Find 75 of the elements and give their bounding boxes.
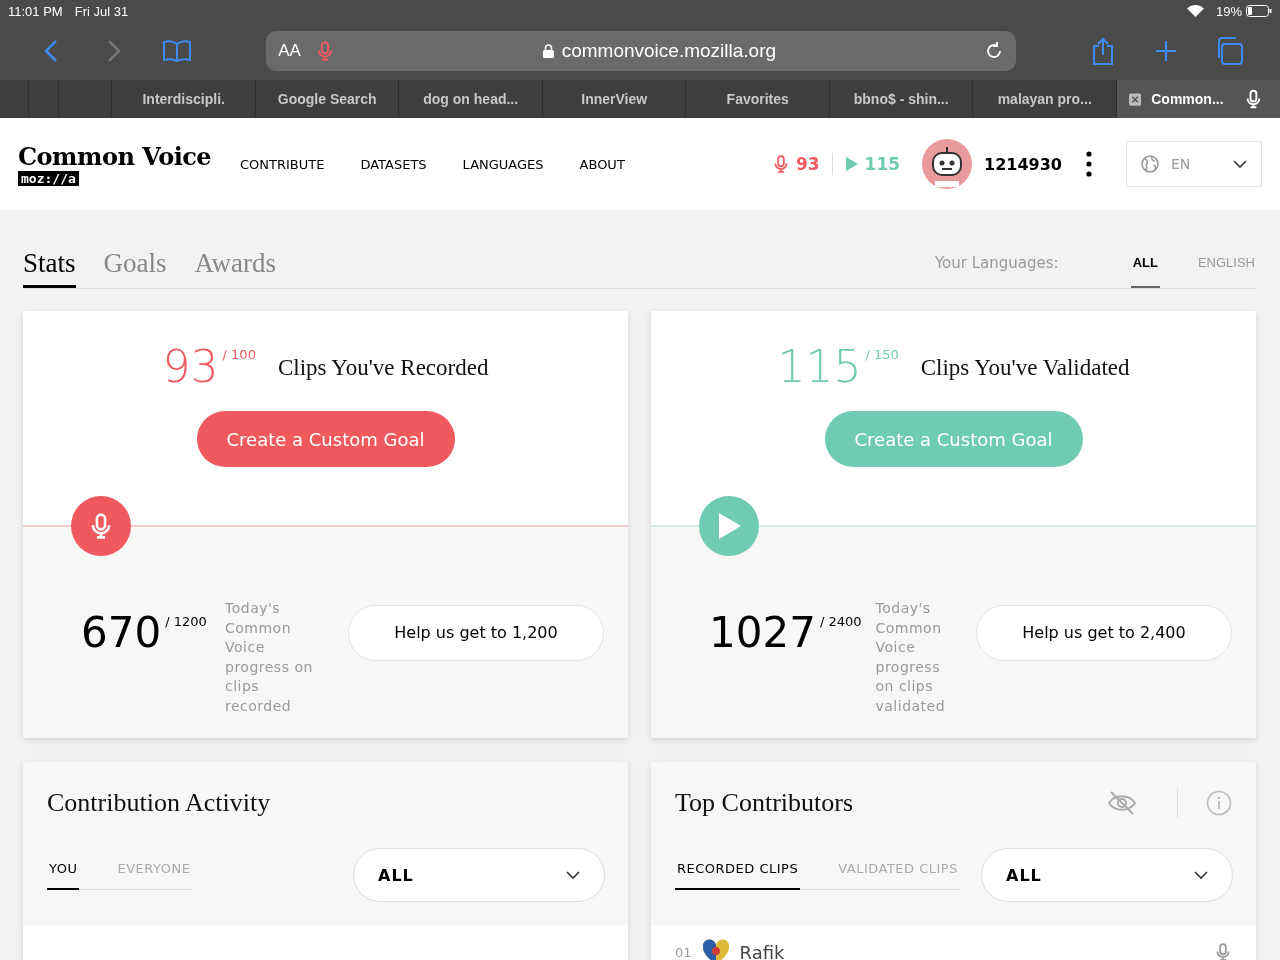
username[interactable]: 1214930	[984, 154, 1062, 174]
nav-link[interactable]: CONTRIBUTE	[240, 156, 325, 172]
nav-link[interactable]: DATASETS	[360, 156, 427, 172]
address-bar[interactable]: AA commonvoice.mozilla.org	[266, 31, 1016, 71]
heart-avatar	[701, 938, 730, 960]
more-icon[interactable]	[1086, 151, 1092, 177]
microphone-icon	[1214, 943, 1232, 960]
microphone-icon	[771, 155, 790, 173]
text-size-button[interactable]: AA	[278, 41, 301, 61]
nav-link[interactable]: LANGUAGES	[462, 156, 544, 172]
tab-title: dog on head...	[423, 91, 519, 107]
chevron-down-icon	[1233, 159, 1247, 169]
total-goal: / 1200	[165, 614, 207, 629]
tab-title: Favorites	[726, 91, 789, 107]
site-logo[interactable]: Common Voice	[18, 142, 212, 171]
progress-caption: Today's Common Voice progress on clips recorded	[225, 599, 314, 716]
clip-goal: / 150	[865, 347, 899, 362]
help-button[interactable]: Help us get to 2,400	[976, 604, 1232, 661]
battery-icon	[1246, 5, 1272, 17]
battery-percentage: 19%	[1215, 3, 1242, 19]
validated-count: 115	[864, 154, 901, 174]
filter-dropdown[interactable]: ALL	[981, 848, 1233, 902]
record-button[interactable]	[71, 496, 131, 556]
wifi-icon	[1186, 5, 1204, 17]
chevron-down-icon	[566, 870, 580, 880]
share-icon[interactable]	[1092, 37, 1115, 65]
create-goal-button[interactable]: Create a Custom Goal	[196, 411, 455, 467]
tab-title: bbno$ - shin...	[853, 91, 949, 107]
rank-number: 01	[675, 944, 692, 960]
progress-caption: Today's Common Voice progress on clips validated	[875, 599, 947, 716]
play-icon	[844, 156, 859, 172]
chevron-down-icon	[1194, 870, 1208, 880]
tab-title: Common...	[1151, 91, 1224, 107]
card-title: Contribution Activity	[47, 788, 272, 818]
help-button[interactable]: Help us get to 1,200	[348, 604, 604, 661]
tab-title: malayan pro...	[997, 91, 1092, 107]
play-icon	[716, 512, 742, 540]
plus-icon[interactable]	[1154, 40, 1177, 62]
card-title: Clips You've Recorded	[277, 355, 489, 381]
card-title: Top Contributors	[675, 788, 854, 818]
page-tab[interactable]: Stats	[23, 247, 76, 288]
status-time: 11:01 PM	[8, 3, 63, 19]
clip-count: 93	[162, 345, 219, 389]
contributors-tab[interactable]: RECORDED CLIPS	[675, 860, 801, 890]
card-title: Clips You've Validated	[920, 355, 1130, 381]
language-code: EN	[1171, 156, 1192, 172]
book-icon[interactable]	[162, 40, 191, 62]
activity-tab[interactable]: YOU	[47, 860, 80, 890]
forward-icon[interactable]	[107, 39, 122, 63]
robot-avatar[interactable]	[922, 139, 973, 189]
url-text: commonvoice.mozilla.org	[561, 40, 777, 62]
clip-goal: / 100	[222, 347, 256, 362]
tab-title: Interdiscipli.	[142, 91, 225, 107]
language-tab[interactable]: ALL	[1130, 254, 1160, 288]
tab-title: InnerView	[581, 91, 648, 107]
languages-label: Your Languages:	[934, 254, 1059, 274]
total-count: 1027	[709, 608, 816, 657]
filter-dropdown[interactable]: ALL	[353, 848, 605, 902]
globe-icon	[1141, 155, 1159, 173]
play-button[interactable]	[699, 496, 759, 556]
recorded-count: 93	[795, 154, 820, 174]
status-date: Fri Jul 31	[74, 3, 129, 19]
contributor-name[interactable]: Rafik	[739, 941, 1204, 960]
tab-title: Google Search	[277, 91, 377, 107]
browser-tab[interactable]: Common...	[1116, 80, 1280, 118]
total-count: 670	[81, 608, 162, 657]
info-icon[interactable]	[1206, 790, 1232, 816]
lock-icon	[542, 44, 554, 58]
clip-count: 115	[777, 345, 862, 389]
hidden-eye-icon[interactable]	[1107, 790, 1137, 816]
total-goal: / 2400	[819, 614, 862, 629]
nav-link[interactable]: ABOUT	[579, 156, 625, 172]
mozilla-badge: moz://a	[18, 171, 79, 186]
back-icon[interactable]	[44, 39, 59, 63]
close-icon[interactable]	[1128, 92, 1142, 106]
